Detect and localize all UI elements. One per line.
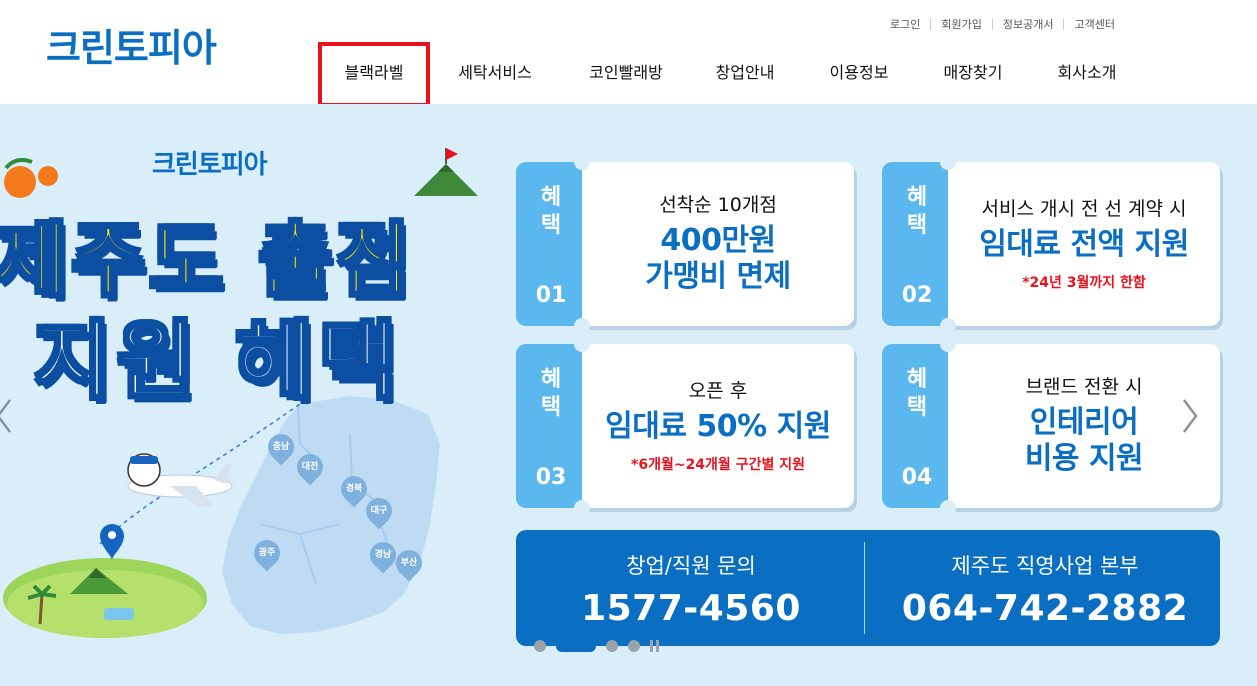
customer-center-link[interactable]: 고객센터 xyxy=(1064,16,1124,32)
airplane-icon xyxy=(127,453,233,506)
slider-pagination xyxy=(534,640,659,652)
benefit-tab-label: 혜택 xyxy=(906,185,928,238)
signup-link[interactable]: 회원가입 xyxy=(931,16,991,32)
benefit-line-2: 임대료 전액 지원 xyxy=(979,227,1189,262)
region-pin: 대전 xyxy=(291,448,329,486)
region-pin: 부산 xyxy=(390,544,428,582)
slider-dot[interactable] xyxy=(628,640,640,652)
benefit-card-04: 혜택 04 브랜드 전환 시 인테리어 비용 지원 xyxy=(882,336,1220,516)
chevron-right-icon[interactable] xyxy=(1178,396,1202,436)
benefit-tab-label: 혜택 xyxy=(540,185,562,238)
nav-item-laundry-service[interactable]: 세탁서비스 xyxy=(426,42,564,104)
benefit-card-03: 혜택 03 오픈 후 임대료 50% 지원 *6개월~24개월 구간별 지원 xyxy=(516,336,854,516)
headline-line-2: 지원 혜택 xyxy=(32,311,403,412)
benefit-line-1: 선착순 10개점 xyxy=(659,194,777,216)
benefit-body: 오픈 후 임대료 50% 지원 *6개월~24개월 구간별 지원 xyxy=(582,344,854,508)
banner-logo: 크린토피아 xyxy=(152,150,268,180)
region-pin: 대구 xyxy=(360,492,398,530)
chevron-left-icon[interactable] xyxy=(0,396,16,436)
contact-box: 창업/직원 문의 1577-4560 제주도 직영사업 본부 064-742-2… xyxy=(516,530,1220,646)
contact-phone[interactable]: 064-742-2882 xyxy=(870,588,1220,629)
benefit-number: 04 xyxy=(901,465,933,490)
benefit-number: 01 xyxy=(535,283,567,308)
benefit-note: *6개월~24개월 구간별 지원 xyxy=(631,457,805,473)
nav-item-coin-laundry[interactable]: 코인빨래방 xyxy=(564,42,688,104)
utility-menu: 로그인 회원가입 정보공개서 고객센터 xyxy=(880,16,1125,32)
mountain-icon xyxy=(414,148,478,196)
slider-dot[interactable] xyxy=(606,640,618,652)
nav-item-store-finder[interactable]: 매장찾기 xyxy=(916,42,1030,104)
benefit-card-01: 혜택 01 선착순 10개점 400만원 가맹비 면제 xyxy=(516,154,854,334)
promo-banner[interactable]: 크린토피아 제주도 출점 지원 혜택 충남 대전 경북 대구 광주 경남 부산 … xyxy=(0,104,1257,686)
nav-item-black-label[interactable]: 블랙라벨 xyxy=(318,42,430,107)
pause-icon[interactable] xyxy=(650,640,659,652)
benefit-body: 서비스 개시 전 선 계약 시 임대료 전액 지원 *24년 3월까지 한함 xyxy=(948,162,1220,326)
benefit-line-1: 서비스 개시 전 선 계약 시 xyxy=(981,198,1187,220)
benefit-body: 선착순 10개점 400만원 가맹비 면제 xyxy=(582,162,854,326)
contact-label: 제주도 직영사업 본부 xyxy=(951,554,1139,578)
site-logo[interactable]: 크린토피아 xyxy=(46,28,217,68)
benefit-line-3: 비용 지원 xyxy=(1024,441,1144,476)
tangerine-icon xyxy=(4,158,58,198)
benefit-line-3: 가맹비 면제 xyxy=(645,259,791,294)
contact-label: 창업/직원 문의 xyxy=(626,554,756,578)
contact-phone[interactable]: 1577-4560 xyxy=(516,588,866,629)
benefit-tab-label: 혜택 xyxy=(540,367,562,420)
benefit-tab: 혜택 04 xyxy=(882,344,952,508)
benefit-line-2: 400만원 xyxy=(660,223,776,258)
site-header: 크린토피아 로그인 회원가입 정보공개서 고객센터 블랙라벨 세탁서비스 코인빨… xyxy=(0,0,1257,107)
contact-jeju-hq: 제주도 직영사업 본부 064-742-2882 xyxy=(870,530,1220,629)
region-pin: 충남 xyxy=(262,428,300,466)
nav-item-usage-info[interactable]: 이용정보 xyxy=(802,42,916,104)
contact-startup: 창업/직원 문의 1577-4560 xyxy=(516,530,866,629)
benefit-line-1: 브랜드 전환 시 xyxy=(1025,376,1143,398)
slider-dot[interactable] xyxy=(534,640,546,652)
login-link[interactable]: 로그인 xyxy=(880,16,930,32)
benefit-card-02: 혜택 02 서비스 개시 전 선 계약 시 임대료 전액 지원 *24년 3월까… xyxy=(882,154,1220,334)
nav-item-startup-guide[interactable]: 창업안내 xyxy=(688,42,802,104)
benefit-tab: 혜택 03 xyxy=(516,344,586,508)
benefit-line-2: 임대료 50% 지원 xyxy=(605,409,831,444)
benefit-tab: 혜택 01 xyxy=(516,162,586,326)
benefit-note: *24년 3월까지 한함 xyxy=(1022,275,1146,291)
main-nav: 블랙라벨 세탁서비스 코인빨래방 창업안내 이용정보 매장찾기 회사소개 xyxy=(318,42,1144,107)
benefit-tab: 혜택 02 xyxy=(882,162,952,326)
korea-map-shape xyxy=(222,396,440,634)
slider-dot-active[interactable] xyxy=(556,640,596,652)
location-pin-icon xyxy=(100,524,124,560)
disclosure-link[interactable]: 정보공개서 xyxy=(993,16,1064,32)
region-pin: 광주 xyxy=(248,534,286,572)
benefit-number: 02 xyxy=(901,283,933,308)
nav-item-company[interactable]: 회사소개 xyxy=(1030,42,1144,104)
benefit-line-1: 오픈 후 xyxy=(688,380,748,402)
benefit-tab-label: 혜택 xyxy=(906,367,928,420)
benefit-number: 03 xyxy=(535,465,567,490)
